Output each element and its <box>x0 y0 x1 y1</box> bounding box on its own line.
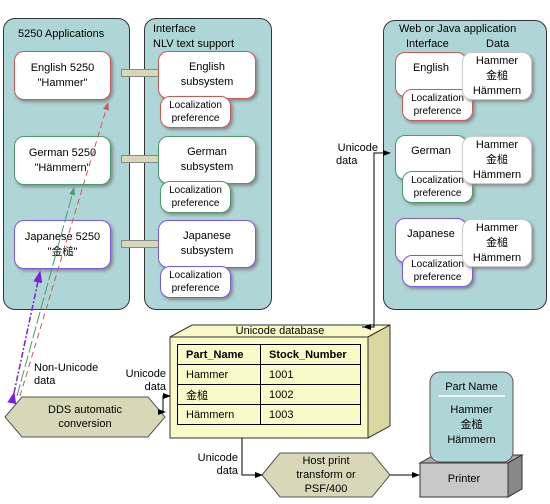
host-print-line: Host print <box>302 455 350 467</box>
label-line: Unicode <box>197 452 238 464</box>
table-row: Hämmern 1003 <box>177 404 361 425</box>
table-row: Hammer 1001 <box>177 364 361 385</box>
host-print-line: transform or <box>296 469 356 481</box>
label-unicode-dds: Unicode data <box>118 368 166 394</box>
table-cell: Hammer <box>177 364 261 385</box>
table-row: 金槌 1002 <box>177 384 361 405</box>
host-print-line: PSF/400 <box>304 483 348 495</box>
paper-value: 金槌 <box>460 419 483 431</box>
dds-line: conversion <box>58 418 112 430</box>
label-line: data <box>34 375 56 387</box>
label-unicode-web: Unicode data <box>330 142 378 168</box>
host-print-label: Host print transform or PSF/400 <box>262 454 390 496</box>
dds-line: DDS automatic <box>48 404 122 416</box>
label-line: data <box>336 155 358 167</box>
paper-value: Hammer <box>450 404 493 416</box>
table-cell: Hämmern <box>177 404 261 425</box>
column-header: Stock_Number <box>260 344 361 365</box>
paper-value: Hämmern <box>447 434 496 446</box>
printer-label: Printer <box>447 473 481 485</box>
table-cell: 1001 <box>260 364 361 385</box>
table-cell: 金槌 <box>177 384 261 405</box>
label-line: Non-Unicode <box>34 362 99 374</box>
label-line: Unicode <box>125 368 166 380</box>
arrow-db-web <box>362 150 391 328</box>
database-side <box>367 324 391 439</box>
dds-label: DDS automatic conversion <box>5 403 165 431</box>
arrow-english-dashed <box>19 102 109 397</box>
label-line: Unicode <box>337 142 378 154</box>
paper-title: Part Name <box>445 381 498 393</box>
table-cell: 1002 <box>260 384 361 405</box>
table-header-row: Part_Name Stock_Number <box>177 344 361 365</box>
label-line: data <box>216 465 238 477</box>
arrow-db-print <box>241 438 263 478</box>
column-header: Part_Name <box>177 344 261 365</box>
paper-content: Part Name Hammer 金槌 Hämmern <box>430 380 513 448</box>
table-cell: 1003 <box>260 404 361 425</box>
label-line: data <box>144 381 166 393</box>
diagram: 5250 Applications Interface NLV text supp… <box>0 0 550 504</box>
database-title: Unicode database <box>235 325 325 337</box>
database-table: Part_Name Stock_Number Hammer 1001 金槌 1002 … <box>177 344 361 425</box>
printer-side <box>507 454 523 498</box>
label-non-unicode: Non-Unicode data <box>34 362 98 388</box>
label-unicode-print: Unicode data <box>190 452 238 478</box>
